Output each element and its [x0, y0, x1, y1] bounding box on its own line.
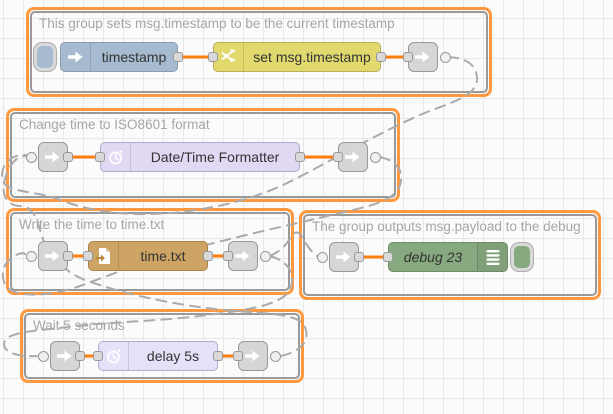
link-wire-out1-in2[interactable] [2, 57, 477, 214]
virtual-link-port-link-out-5[interactable] [270, 351, 281, 362]
link-arrow-icon [334, 247, 354, 267]
input-port-datetime-formatter[interactable] [95, 152, 105, 162]
file-icon-area [89, 242, 119, 270]
link-arrow-icon [243, 346, 263, 366]
input-port-file-time-txt[interactable] [83, 251, 93, 261]
link-arrow-icon [66, 47, 86, 67]
output-port-link-in-4[interactable] [354, 252, 364, 262]
node-label: Date/Time Formatter [131, 143, 299, 171]
output-port-inject-timestamp[interactable] [173, 52, 183, 62]
output-port-link-in-2[interactable] [63, 152, 73, 162]
link-arrow-icon [413, 47, 433, 67]
node-label: timestamp [91, 43, 177, 71]
input-port-link-out-2[interactable] [333, 152, 343, 162]
output-port-delay-5s[interactable] [213, 351, 223, 361]
node-inject-timestamp[interactable]: timestamp [60, 42, 178, 72]
node-change-set-timestamp[interactable]: set msg.timestamp [213, 42, 381, 72]
node-datetime-formatter[interactable]: Date/Time Formatter [100, 142, 300, 172]
input-port-debug-23[interactable] [383, 252, 393, 262]
debug-toggle-button[interactable] [511, 243, 533, 271]
debug-sidebar-icon [484, 247, 502, 267]
output-port-link-in-5[interactable] [75, 351, 85, 361]
node-label: debug 23 [389, 243, 477, 271]
output-port-link-in-3[interactable] [63, 251, 73, 261]
input-port-link-out-5[interactable] [233, 351, 243, 361]
output-port-datetime-formatter[interactable] [295, 152, 305, 162]
link-wire-out2-in3[interactable] [3, 157, 401, 295]
timer-clock-icon [106, 147, 126, 167]
virtual-link-port-link-out-1[interactable] [440, 52, 451, 63]
clock-icon-area [101, 143, 131, 171]
output-port-change-set-timestamp[interactable] [376, 52, 386, 62]
link-wire-out3-in4[interactable] [270, 233, 317, 257]
input-port-link-out-1[interactable] [403, 52, 413, 62]
input-port-link-out-3[interactable] [223, 251, 233, 261]
input-port-delay-5s[interactable] [93, 351, 103, 361]
virtual-link-port-link-in-4[interactable] [317, 252, 328, 263]
bars-icon-area [477, 243, 507, 271]
node-label: set msg.timestamp [244, 43, 380, 71]
node-file-time-txt[interactable]: time.txt [88, 241, 208, 271]
link-arrow-icon [233, 246, 253, 266]
clock-icon-area [99, 342, 129, 370]
output-port-file-time-txt[interactable] [203, 251, 213, 261]
virtual-link-port-link-out-2[interactable] [370, 152, 381, 163]
file-document-icon [94, 246, 114, 266]
inject-trigger-button[interactable] [34, 43, 56, 71]
node-label: delay 5s [129, 342, 217, 370]
node-label: time.txt [119, 242, 207, 270]
swap-icon-area [214, 43, 244, 71]
link-arrow-icon [343, 147, 363, 167]
virtual-link-port-link-out-3[interactable] [260, 251, 271, 262]
link-arrow-icon [43, 147, 63, 167]
timer-clock-icon [104, 346, 124, 366]
virtual-link-port-link-in-2[interactable] [26, 152, 37, 163]
input-port-change-set-timestamp[interactable] [208, 52, 218, 62]
change-swap-icon [219, 47, 239, 67]
node-delay-5s[interactable]: delay 5s [98, 341, 218, 371]
arrow-icon-area [61, 43, 91, 71]
flow-canvas[interactable]: This group sets msg.timestamp to be the … [0, 0, 613, 414]
link-arrow-icon [55, 346, 75, 366]
node-debug-23[interactable]: debug 23 [388, 242, 508, 272]
link-arrow-icon [43, 246, 63, 266]
virtual-link-port-link-in-5[interactable] [38, 351, 49, 362]
virtual-link-port-link-in-3[interactable] [26, 251, 37, 262]
